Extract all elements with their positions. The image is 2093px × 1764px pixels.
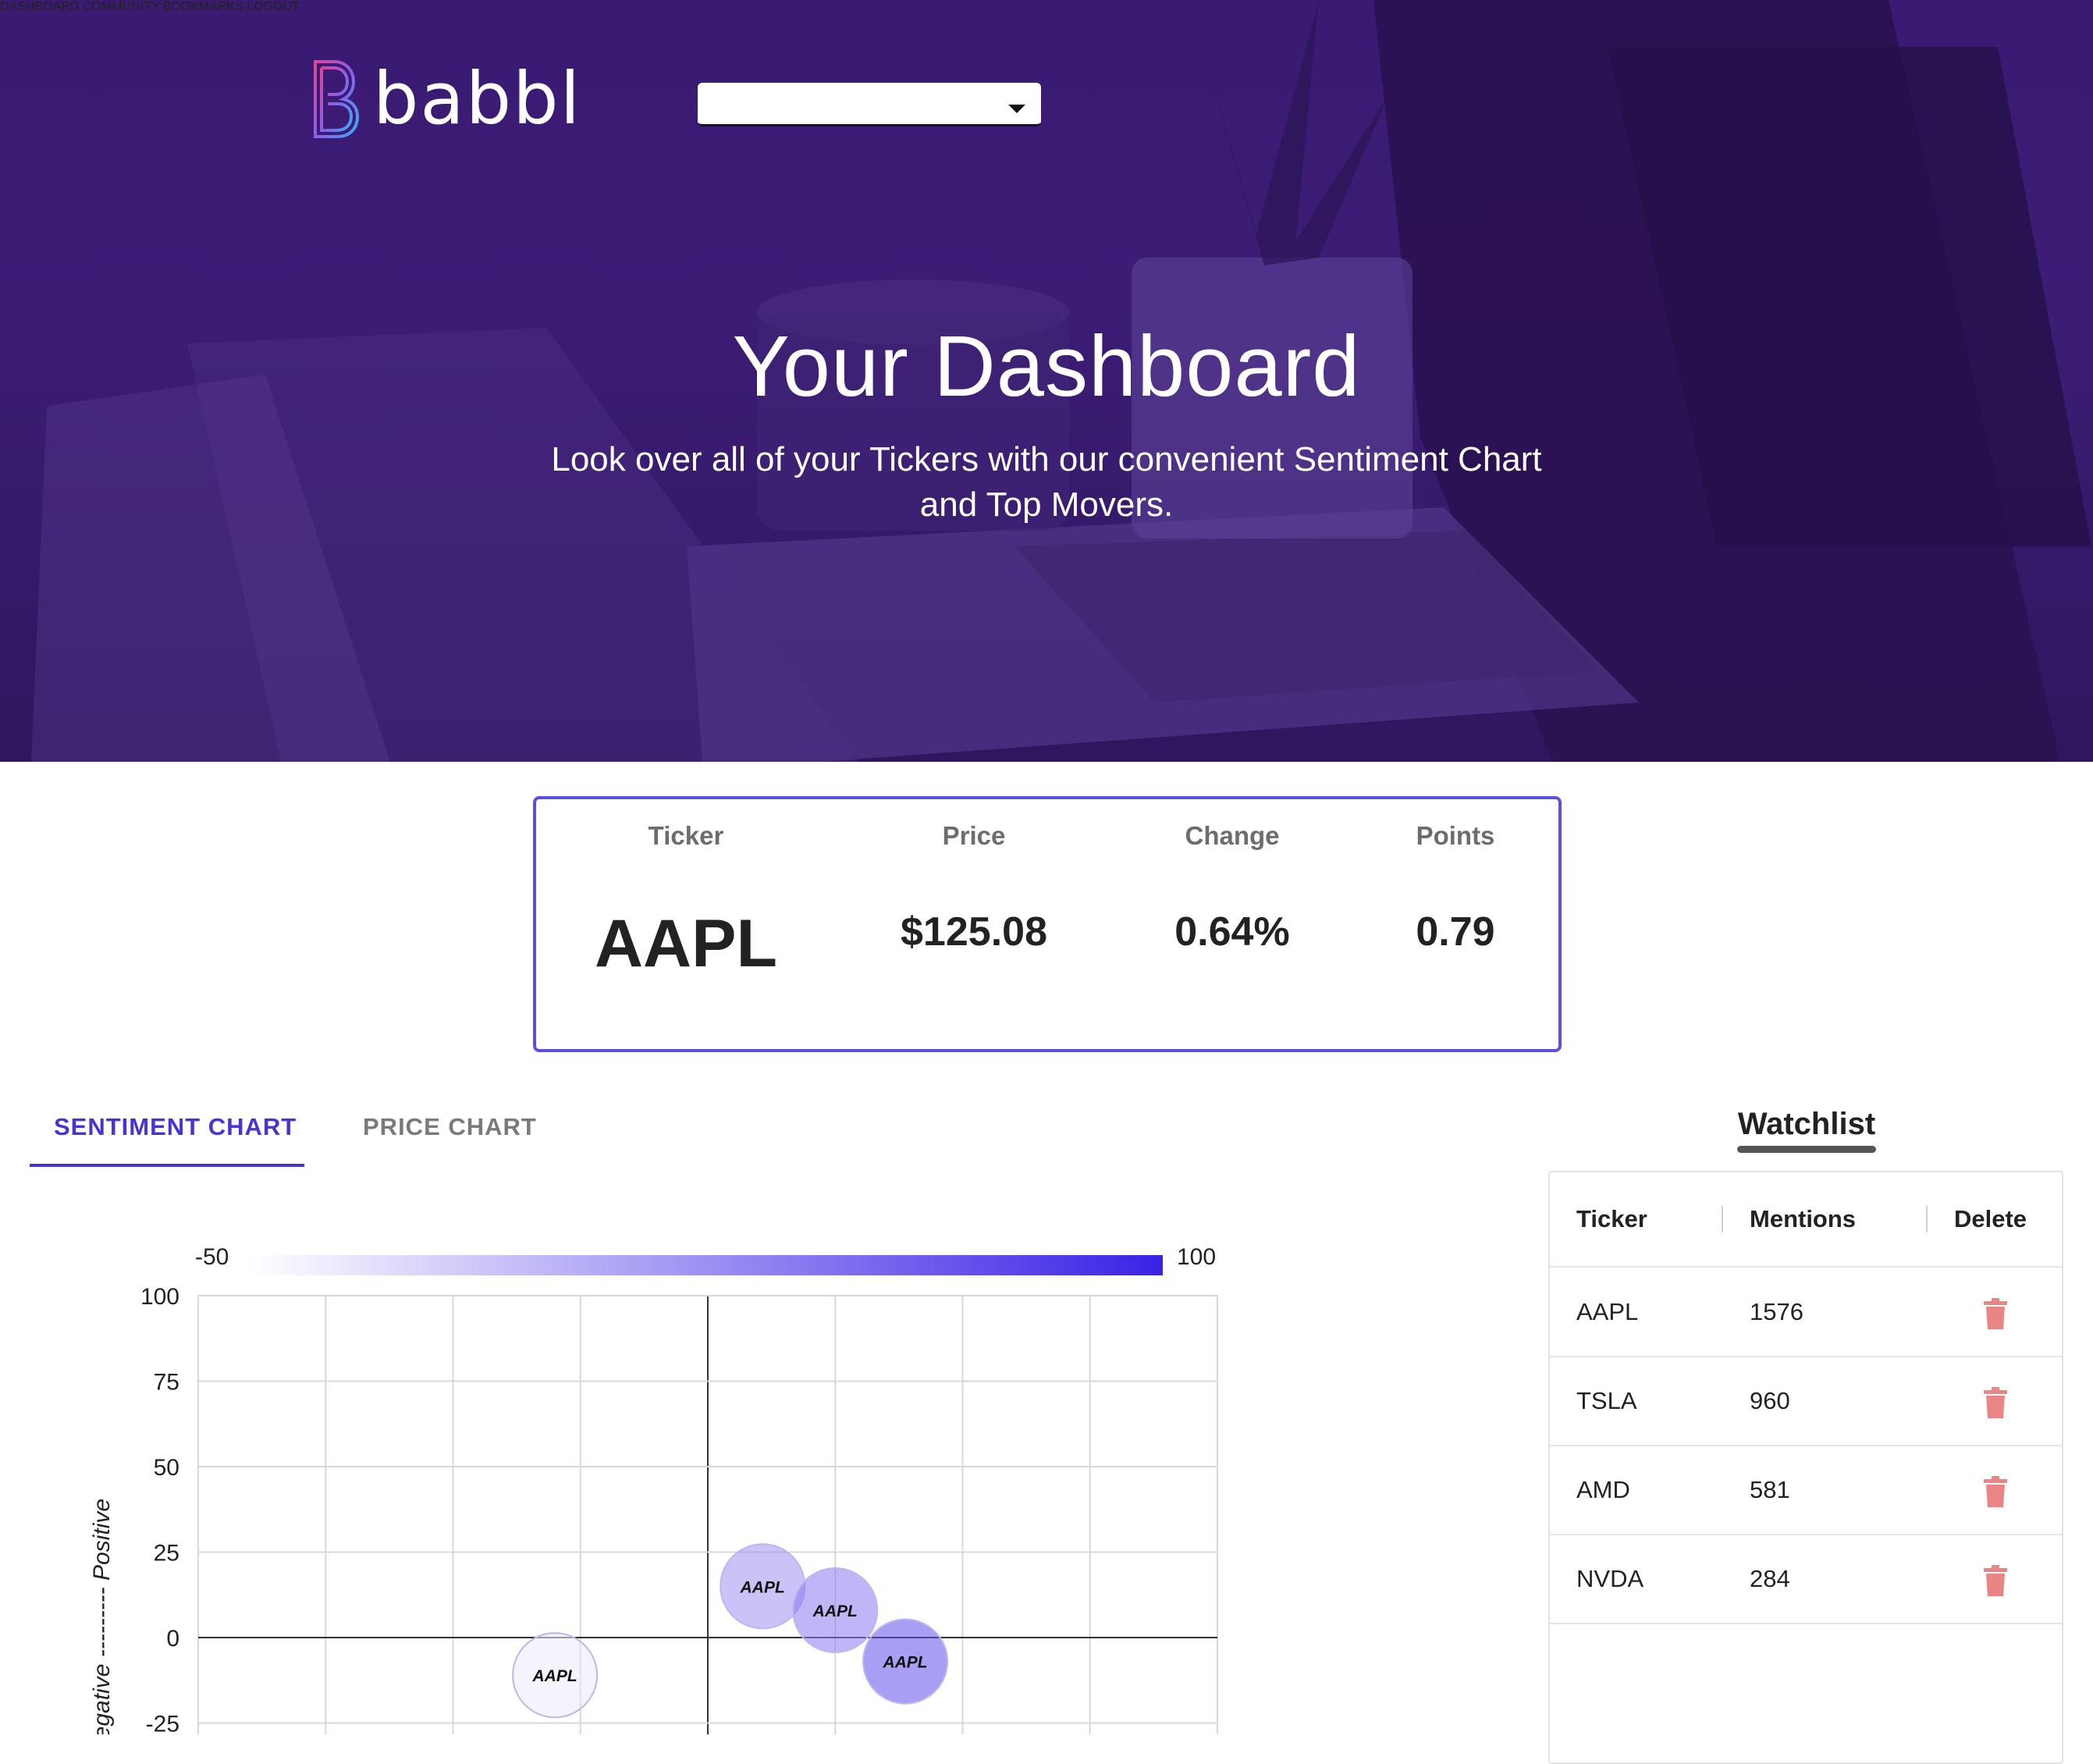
y-tick-label: 75 xyxy=(154,1370,179,1396)
watchlist-header-delete: Delete xyxy=(1954,1205,2027,1232)
hero-banner: babbl DASHBOARD COMMUNITY BOOKMARKS LOGO… xyxy=(0,0,2093,762)
y-tick-label: 100 xyxy=(140,1284,179,1310)
trash-icon[interactable] xyxy=(1984,1565,2007,1596)
row-divider xyxy=(1550,1623,2062,1624)
color-scale-max-label: 100 xyxy=(1177,1244,1216,1270)
watchlist-ticker: AAPL xyxy=(1576,1298,1639,1325)
chart-point[interactable]: AAPL xyxy=(862,1618,949,1705)
trash-icon[interactable] xyxy=(1984,1476,2007,1507)
sentiment-chart: -50 100 100 75 50 25 0 -25 Negative ---------… xyxy=(89,1244,1218,1734)
column-separator xyxy=(1926,1206,1928,1232)
watchlist-table xyxy=(1548,1171,2063,1764)
ticker-header: Ticker xyxy=(648,821,724,850)
change-header: Change xyxy=(1185,821,1280,850)
watchlist-header-ticker: Ticker xyxy=(1576,1205,1647,1232)
ticker-symbol: AAPL xyxy=(594,906,778,981)
y-axis-label: Negative --------- Positive xyxy=(89,1499,115,1734)
row-divider xyxy=(1550,1534,2062,1535)
watchlist-ticker: AMD xyxy=(1576,1476,1630,1503)
trash-icon[interactable] xyxy=(1984,1387,2007,1418)
row-divider xyxy=(1550,1266,2062,1268)
watchlist-ticker: NVDA xyxy=(1576,1565,1644,1592)
y-tick-label: 50 xyxy=(154,1455,179,1481)
chart-point-label: AAPL xyxy=(882,1654,927,1672)
page-subtitle-line-2: and Top Movers. xyxy=(919,485,1174,524)
ticker-select[interactable] xyxy=(698,83,1041,126)
tab-price-chart[interactable]: PRICE CHART xyxy=(363,1113,537,1141)
chart-point-label: AAPL xyxy=(740,1578,785,1596)
watchlist-title: Watchlist xyxy=(1737,1107,1876,1141)
row-divider xyxy=(1550,1445,2062,1446)
row-divider xyxy=(1550,1356,2062,1357)
y-axis-ticks: 100 75 50 25 0 -25 xyxy=(140,1284,179,1734)
chart-point-label: AAPL xyxy=(532,1667,577,1685)
page-subtitle: Look over all of your Tickers with our c… xyxy=(500,437,1593,528)
watchlist-mentions: 1576 xyxy=(1750,1298,1803,1325)
y-tick-label: 25 xyxy=(154,1541,179,1567)
ticker-points: 0.79 xyxy=(1416,909,1495,955)
chevron-down-icon xyxy=(1008,105,1025,113)
watchlist-ticker: TSLA xyxy=(1576,1387,1637,1414)
chart-point[interactable]: AAPL xyxy=(512,1632,599,1719)
watchlist-header-mentions: Mentions xyxy=(1750,1205,1857,1232)
points-header: Points xyxy=(1416,821,1495,850)
babbl-logo-icon xyxy=(314,60,360,138)
y-tick-label: -25 xyxy=(146,1712,179,1735)
page-title: Your Dashboard xyxy=(732,318,1361,414)
column-separator xyxy=(1722,1206,1723,1232)
watchlist-mentions: 581 xyxy=(1750,1476,1790,1503)
logo-text: babbl xyxy=(373,57,582,140)
chart-point[interactable]: AAPL xyxy=(720,1543,806,1630)
y-tick-label: 0 xyxy=(166,1626,179,1652)
trash-icon[interactable] xyxy=(1984,1298,2007,1329)
chart-point-label: AAPL xyxy=(812,1602,858,1620)
color-scale-min-label: -50 xyxy=(195,1244,229,1270)
watchlist-title-underline xyxy=(1737,1146,1876,1153)
watchlist-mentions: 960 xyxy=(1750,1387,1790,1414)
watchlist-mentions: 284 xyxy=(1750,1565,1790,1592)
page-subtitle-line-1: Look over all of your Tickers with our c… xyxy=(551,440,1542,478)
babbl-logo[interactable]: babbl xyxy=(311,56,581,142)
tab-sentiment-chart[interactable]: SENTIMENT CHART xyxy=(54,1113,297,1141)
active-tab-indicator xyxy=(30,1164,304,1167)
chart-point[interactable]: AAPL xyxy=(792,1567,879,1653)
ticker-price: $125.08 xyxy=(901,909,1047,955)
color-scale-bar xyxy=(248,1255,1163,1275)
price-header: Price xyxy=(942,821,1006,850)
